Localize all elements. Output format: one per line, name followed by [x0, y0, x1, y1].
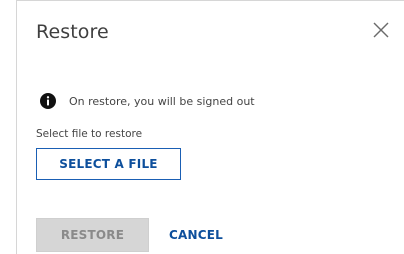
file-label: Select file to restore — [36, 128, 143, 140]
restore-button[interactable]: RESTORE — [36, 218, 149, 252]
signout-notice: On restore, you will be signed out — [40, 92, 255, 110]
info-icon — [40, 93, 56, 109]
cancel-button[interactable]: CANCEL — [169, 218, 223, 252]
dialog-title: Restore — [36, 21, 109, 43]
select-file-button[interactable]: SELECT A FILE — [36, 148, 181, 180]
notice-text: On restore, you will be signed out — [69, 94, 255, 108]
close-icon[interactable] — [370, 19, 392, 41]
restore-dialog: Restore On restore, you will be signed o… — [16, 0, 404, 254]
